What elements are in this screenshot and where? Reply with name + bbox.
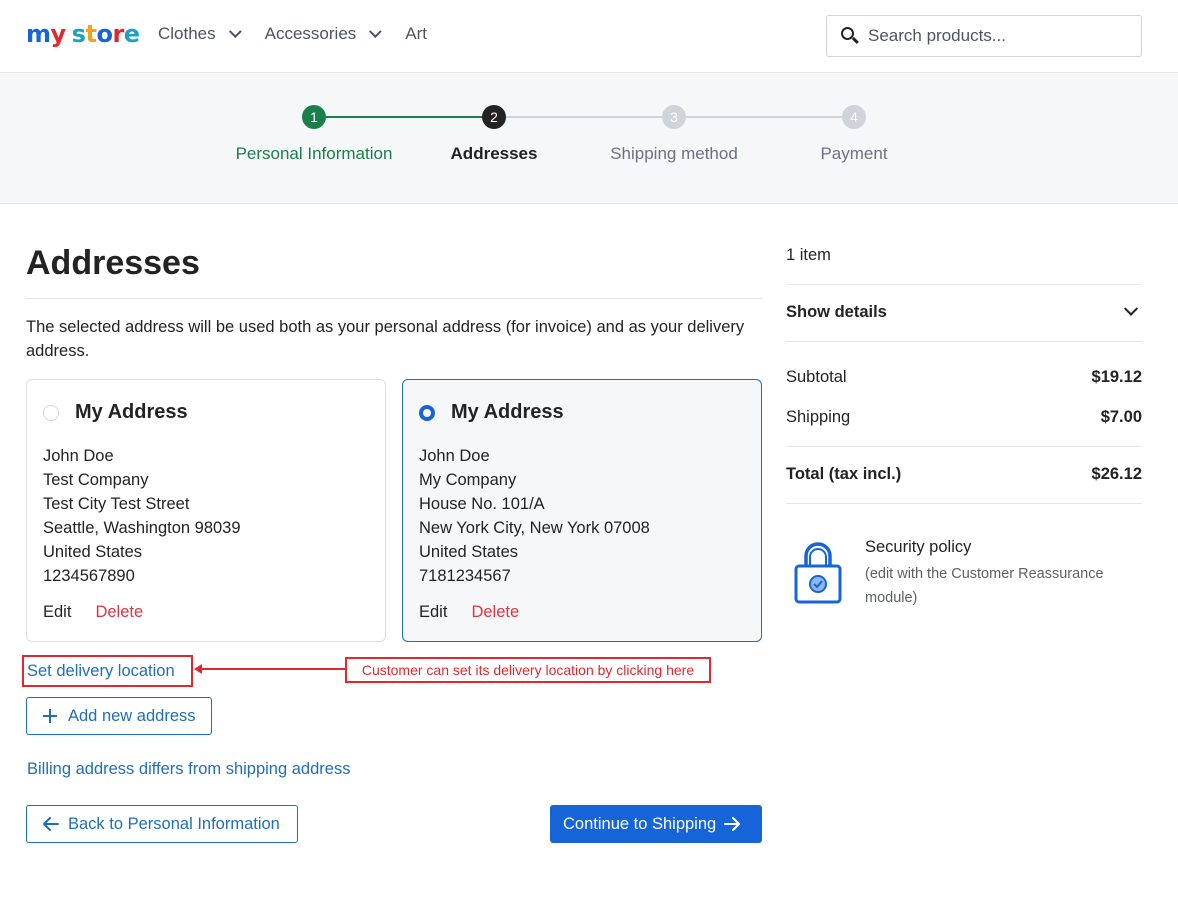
subtotal-row: Subtotal $19.12 bbox=[786, 368, 1142, 387]
button-label: Back to Personal Information bbox=[68, 814, 280, 833]
logo-letter: m bbox=[26, 20, 51, 48]
page-title: Addresses bbox=[26, 244, 200, 282]
subtotal-label: Subtotal bbox=[786, 368, 847, 386]
address-line: United States bbox=[43, 543, 143, 561]
annotation-arrow bbox=[194, 664, 346, 674]
nav-item-art[interactable]: Art bbox=[405, 24, 427, 44]
address-details: John Doe Test Company Test City Test Str… bbox=[43, 444, 369, 588]
step-1-label[interactable]: Personal Information bbox=[214, 144, 414, 164]
security-policy-title: Security policy bbox=[865, 538, 972, 556]
address-line: New York City, New York 07008 bbox=[419, 519, 650, 537]
search-box bbox=[826, 15, 1142, 57]
step-connector bbox=[494, 116, 674, 118]
continue-to-shipping-button[interactable]: Continue to Shipping bbox=[550, 805, 762, 843]
padlock-icon bbox=[794, 542, 842, 604]
edit-address-link[interactable]: Edit bbox=[43, 603, 71, 622]
step-3-indicator: 3 bbox=[662, 105, 686, 129]
plus-icon bbox=[43, 709, 57, 723]
address-card-selected[interactable]: My Address John Doe My Company House No.… bbox=[402, 379, 762, 642]
address-line: Test Company bbox=[43, 471, 149, 489]
logo-letter: y bbox=[50, 20, 67, 48]
logo-letter: o bbox=[96, 20, 113, 48]
site-header: my store Clothes Accessories Art bbox=[0, 0, 1178, 73]
arrow-head-icon bbox=[194, 664, 202, 674]
security-policy-description: (edit with the Customer Reassurance modu… bbox=[865, 566, 1104, 606]
address-card[interactable]: My Address John Doe Test Company Test Ci… bbox=[26, 379, 386, 642]
step-2-indicator: 2 bbox=[482, 105, 506, 129]
cart-item-count: 1 item bbox=[786, 246, 831, 264]
address-line: Test City Test Street bbox=[43, 495, 190, 513]
chevron-down-icon bbox=[1123, 301, 1139, 316]
logo-letter: t bbox=[85, 20, 97, 48]
address-alias: My Address bbox=[75, 401, 188, 423]
nav-item-clothes[interactable]: Clothes bbox=[158, 24, 242, 44]
address-intro-text: The selected address will be used both a… bbox=[26, 318, 745, 360]
address-line: House No. 101/A bbox=[419, 495, 545, 513]
address-line: John Doe bbox=[43, 447, 114, 465]
step-3-label: Shipping method bbox=[610, 144, 738, 163]
divider bbox=[786, 503, 1142, 504]
chevron-down-icon bbox=[228, 24, 242, 38]
address-line: 7181234567 bbox=[419, 567, 511, 585]
address-radio-selected[interactable] bbox=[419, 404, 435, 421]
subtotal-value: $19.12 bbox=[1091, 368, 1142, 386]
add-new-address-button[interactable]: Add new address bbox=[26, 697, 212, 735]
nav-item-accessories[interactable]: Accessories bbox=[264, 24, 382, 44]
divider bbox=[26, 298, 762, 299]
billing-address-differs-link[interactable]: Billing address differs from shipping ad… bbox=[27, 760, 350, 779]
logo-letter: e bbox=[123, 20, 140, 48]
nav-item-label: Accessories bbox=[264, 24, 357, 43]
total-row: Total (tax incl.) $26.12 bbox=[786, 465, 1142, 484]
button-label: Continue to Shipping bbox=[563, 814, 717, 833]
logo-letter: s bbox=[71, 20, 86, 48]
arrow-left-icon bbox=[43, 817, 59, 831]
show-details-label: Show details bbox=[786, 303, 887, 321]
back-to-personal-information-button[interactable]: Back to Personal Information bbox=[26, 805, 298, 843]
divider bbox=[786, 446, 1142, 447]
search-input[interactable] bbox=[868, 26, 1118, 46]
address-details: John Doe My Company House No. 101/A New … bbox=[419, 444, 745, 588]
arrow-right-icon bbox=[724, 817, 741, 831]
store-logo[interactable]: my store bbox=[26, 20, 140, 48]
address-line: 1234567890 bbox=[43, 567, 135, 585]
step-connector bbox=[674, 116, 854, 118]
shipping-label: Shipping bbox=[786, 408, 851, 426]
delete-address-link[interactable]: Delete bbox=[471, 603, 519, 622]
set-delivery-location-link[interactable]: Set delivery location bbox=[22, 655, 193, 687]
show-details-toggle[interactable]: Show details bbox=[786, 301, 1142, 322]
step-4-label: Payment bbox=[820, 144, 888, 163]
checkout-stepper bbox=[0, 73, 1178, 204]
annotation-callout: Customer can set its delivery location b… bbox=[345, 657, 711, 683]
logo-letter: r bbox=[112, 20, 124, 48]
button-label: Add new address bbox=[68, 706, 196, 725]
shipping-value: $7.00 bbox=[1100, 408, 1142, 426]
total-value: $26.12 bbox=[1091, 465, 1142, 483]
total-label: Total (tax incl.) bbox=[786, 465, 902, 483]
address-line: United States bbox=[419, 543, 519, 561]
shipping-row: Shipping $7.00 bbox=[786, 408, 1142, 427]
address-line: Seattle, Washington 98039 bbox=[43, 519, 241, 537]
address-line: John Doe bbox=[419, 447, 490, 465]
step-1-indicator[interactable]: 1 bbox=[302, 105, 326, 129]
nav-item-label: Art bbox=[405, 24, 428, 43]
delete-address-link[interactable]: Delete bbox=[95, 603, 143, 622]
divider bbox=[786, 284, 1142, 285]
address-line: My Company bbox=[419, 471, 517, 489]
step-2-label: Addresses bbox=[450, 144, 538, 163]
address-alias: My Address bbox=[451, 401, 564, 423]
nav-item-label: Clothes bbox=[158, 24, 216, 43]
step-connector bbox=[314, 116, 494, 118]
divider bbox=[786, 341, 1142, 342]
chevron-down-icon bbox=[369, 24, 382, 38]
search-icon[interactable] bbox=[841, 27, 859, 45]
main-nav: Clothes Accessories Art bbox=[158, 24, 455, 44]
step-4-indicator: 4 bbox=[842, 105, 866, 129]
address-radio[interactable] bbox=[43, 404, 59, 421]
edit-address-link[interactable]: Edit bbox=[419, 603, 447, 622]
